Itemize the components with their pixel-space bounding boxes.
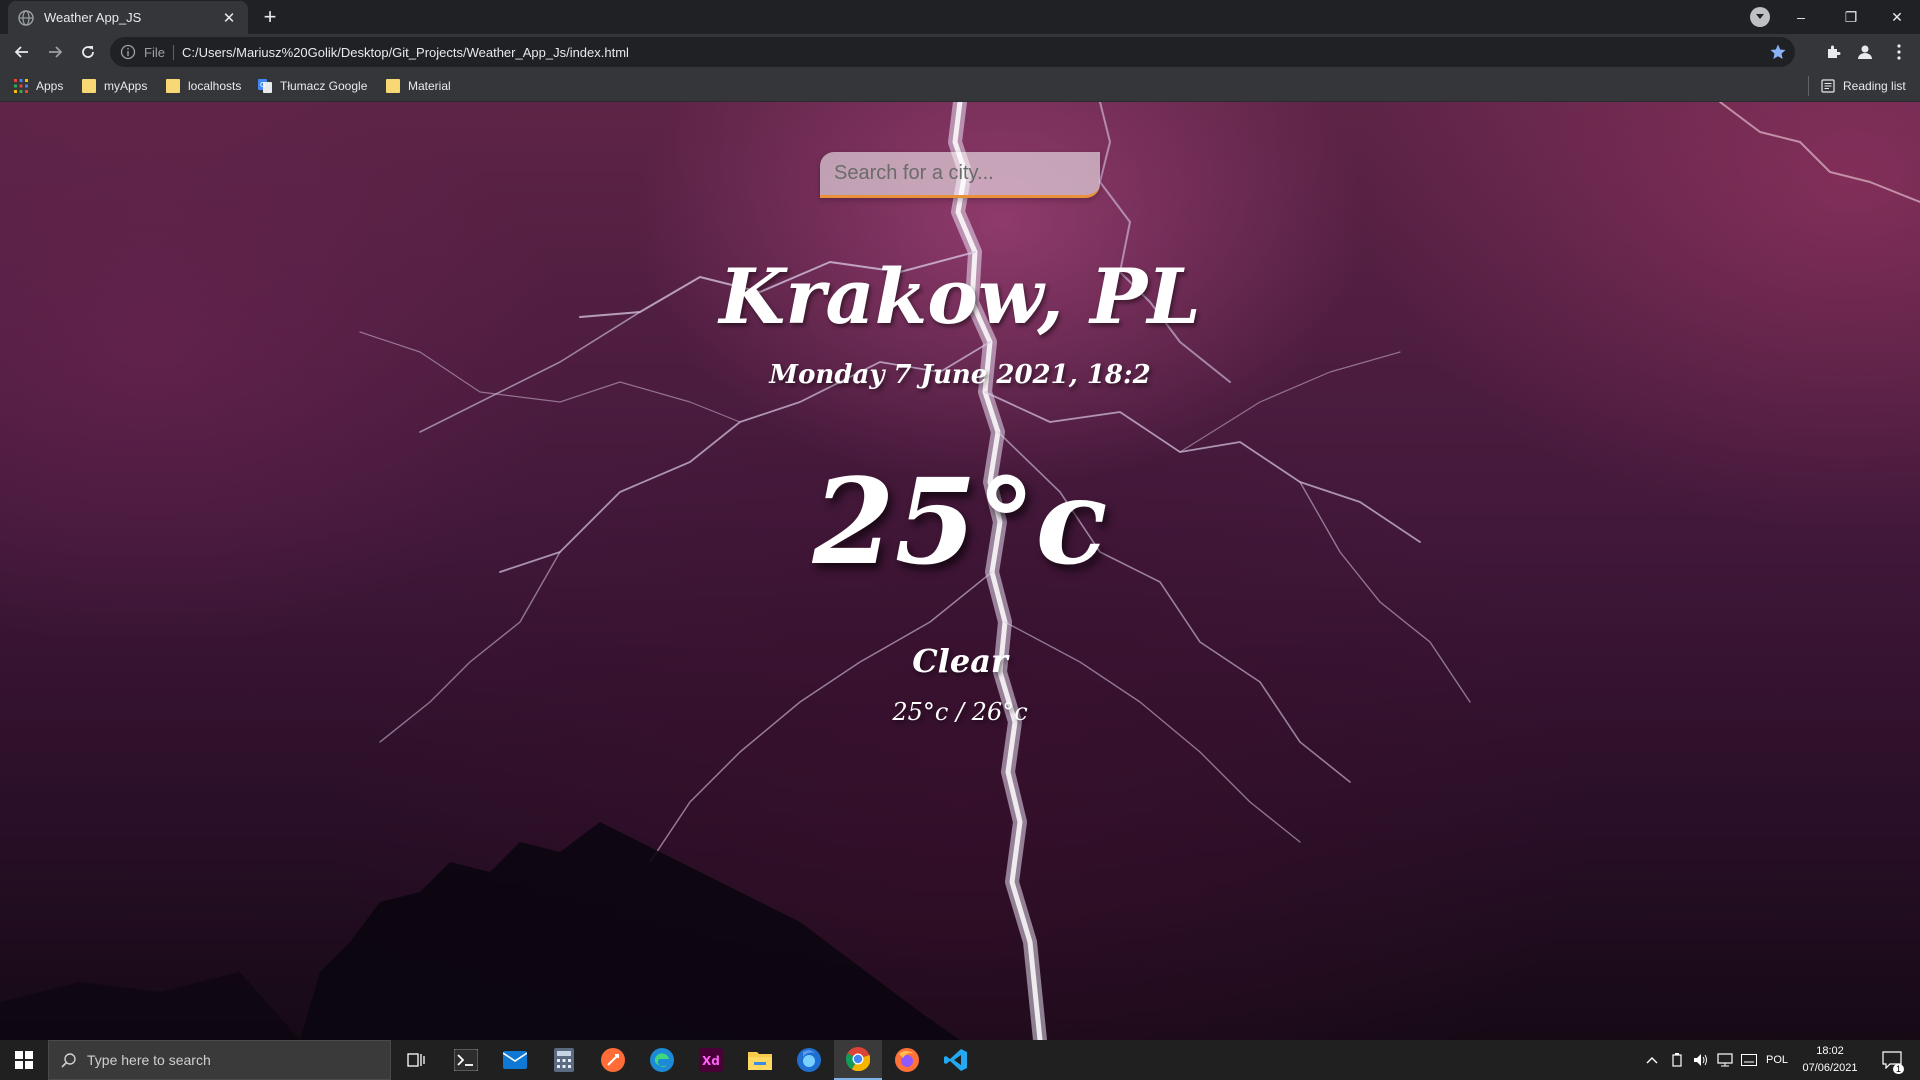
chrome-app-icon[interactable] [834, 1040, 882, 1080]
url-text[interactable]: C:/Users/Mariusz%20Golik/Desktop/Git_Pro… [182, 45, 629, 60]
folder-icon [386, 79, 400, 93]
windows-logo-icon [15, 1051, 33, 1069]
notification-center-icon[interactable]: 1 [1874, 1040, 1910, 1080]
taskbar-search-box[interactable]: Type here to search [48, 1040, 391, 1080]
mail-app-icon[interactable] [491, 1040, 539, 1080]
new-tab-button[interactable]: + [258, 5, 282, 29]
reload-icon[interactable] [73, 37, 103, 67]
browser-tab[interactable]: Weather App_JS ✕ [8, 1, 248, 34]
reading-list-icon [1821, 79, 1835, 93]
svg-text:Xd: Xd [702, 1054, 720, 1068]
svg-text:G: G [260, 81, 265, 89]
bookmarks-bar: Apps myApps localhosts G Tłumacz Google … [0, 70, 1920, 102]
google-translate-icon: G [258, 79, 272, 93]
tray-chevron-icon[interactable] [1640, 1040, 1664, 1080]
terminal-app-icon[interactable] [442, 1040, 490, 1080]
city-search-input[interactable] [820, 152, 1100, 198]
tab-close-icon[interactable]: ✕ [220, 9, 238, 27]
bookmark-label: Apps [36, 79, 64, 93]
folder-icon [166, 79, 180, 93]
search-icon [61, 1053, 76, 1068]
language-indicator[interactable]: POL [1762, 1040, 1792, 1080]
reading-list-label: Reading list [1843, 79, 1906, 93]
bookmark-translate[interactable]: G Tłumacz Google [258, 76, 367, 96]
firefox-app-icon[interactable] [883, 1040, 931, 1080]
current-date: Monday 7 June 2021, 18:2 [769, 360, 1151, 390]
restore-button[interactable]: ❐ [1828, 0, 1874, 34]
bookmark-label: localhosts [188, 79, 242, 93]
calculator-app-icon[interactable] [540, 1040, 588, 1080]
file-explorer-app-icon[interactable] [736, 1040, 784, 1080]
temperature-range: 25°c / 26°c [892, 698, 1028, 726]
browser-titlebar: Weather App_JS ✕ + – ❐ ✕ [0, 0, 1920, 34]
page-viewport: Krakow, PL Monday 7 June 2021, 18:2 25°c… [0, 102, 1920, 1040]
taskbar-search-placeholder: Type here to search [87, 1052, 211, 1068]
bookmark-apps[interactable]: Apps [14, 76, 63, 96]
keyboard-icon[interactable] [1738, 1040, 1760, 1080]
postman-app-icon[interactable] [589, 1040, 637, 1080]
volume-icon[interactable] [1690, 1040, 1712, 1080]
task-view-icon[interactable] [392, 1040, 440, 1080]
profile-icon[interactable] [1850, 37, 1880, 67]
bookmark-material[interactable]: Material [386, 76, 451, 96]
battery-usb-icon[interactable] [1666, 1040, 1688, 1080]
vscode-app-icon[interactable] [932, 1040, 980, 1080]
taskbar-clock[interactable]: 18:02 07/06/2021 [1795, 1043, 1865, 1077]
bookmark-star-icon[interactable] [1769, 43, 1787, 61]
reading-list-button[interactable]: Reading list [1808, 76, 1906, 96]
tab-search-icon[interactable] [1750, 7, 1770, 27]
browser-toolbar: File C:/Users/Mariusz%20Golik/Desktop/Gi… [0, 34, 1920, 70]
bookmark-localhosts[interactable]: localhosts [166, 76, 241, 96]
bookmark-myapps[interactable]: myApps [82, 76, 147, 96]
back-icon[interactable] [7, 37, 37, 67]
network-icon[interactable] [1714, 1040, 1736, 1080]
address-bar[interactable]: File C:/Users/Mariusz%20Golik/Desktop/Gi… [110, 37, 1795, 67]
edge-app-icon[interactable] [638, 1040, 686, 1080]
clock-time: 18:02 [1816, 1045, 1844, 1057]
windows-taskbar: Type here to search Xd POL 18:02 07/06/2… [0, 1040, 1920, 1080]
clock-date: 07/06/2021 [1802, 1062, 1858, 1074]
tab-title: Weather App_JS [44, 10, 142, 25]
extensions-icon[interactable] [1818, 37, 1848, 67]
adobe-xd-app-icon[interactable]: Xd [687, 1040, 735, 1080]
forward-icon[interactable] [40, 37, 70, 67]
notification-badge: 1 [1892, 1064, 1904, 1074]
bookmark-label: Tłumacz Google [280, 79, 368, 93]
info-icon[interactable] [120, 44, 136, 60]
url-scheme: File [144, 44, 174, 60]
city-name: Krakow, PL [719, 252, 1201, 341]
apps-grid-icon [14, 79, 28, 93]
close-window-button[interactable]: ✕ [1874, 0, 1920, 34]
firefox-dev-app-icon[interactable] [785, 1040, 833, 1080]
bookmark-label: myApps [104, 79, 148, 93]
weather-condition: Clear [912, 642, 1008, 680]
menu-kebab-icon[interactable] [1884, 37, 1914, 67]
current-temperature: 25°c [812, 452, 1108, 591]
start-button[interactable] [0, 1040, 48, 1080]
minimize-button[interactable]: – [1778, 0, 1824, 34]
bookmark-label: Material [408, 79, 451, 93]
folder-icon [82, 79, 96, 93]
globe-icon [18, 9, 34, 26]
